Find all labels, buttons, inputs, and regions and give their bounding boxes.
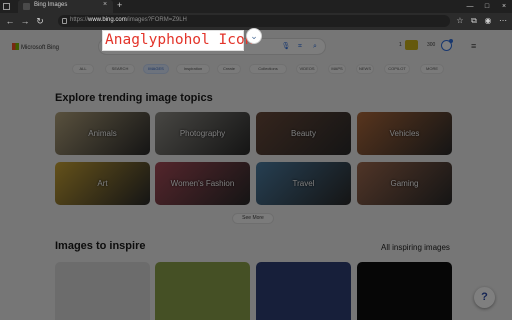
extension-tooltip: Anaglyphohol Icon [102,30,253,51]
favorites-star-icon[interactable]: ☆ [454,15,466,27]
browser-tab[interactable]: Bing Images × [18,0,113,13]
tab-close-icon[interactable]: × [103,1,107,8]
lock-icon [62,18,67,24]
back-button[interactable]: ← [3,14,17,29]
minimize-button[interactable]: — [462,0,478,13]
profile-icon[interactable]: ◉ [482,15,494,27]
tab-title: Bing Images [34,2,68,8]
bing-favicon-icon [23,3,30,10]
maximize-button[interactable]: □ [479,0,495,13]
tab-actions-icon [3,3,10,10]
arrow-left-icon: ← [5,16,15,26]
chevron-down-icon[interactable]: ⌄ [246,28,262,44]
address-bar[interactable]: https://www.bing.com/images?FORM=Z9LH [58,15,450,27]
tooltip-text: Anaglyphohol Icon [105,32,254,48]
extensions-icon[interactable]: ⧉ [468,15,480,27]
forward-button[interactable]: → [18,14,32,29]
browser-menu-icon[interactable]: ⋯ [497,15,509,27]
arrow-right-icon: → [20,16,30,26]
new-tab-button[interactable]: + [117,0,122,10]
close-window-button[interactable]: × [496,0,512,13]
url-text: https://www.bing.com/images?FORM=Z9LH [70,17,187,23]
tab-actions-button[interactable] [2,2,12,11]
page-dim-overlay [0,30,512,320]
bing-images-page: Microsoft Bing 🎙 ⌗ ⌕ 1 300 ≡ ALL SEARCH … [0,30,512,320]
refresh-icon: ↻ [36,16,44,26]
refresh-button[interactable]: ↻ [33,14,47,29]
tab-bar: Bing Images × + — □ × [0,0,512,13]
